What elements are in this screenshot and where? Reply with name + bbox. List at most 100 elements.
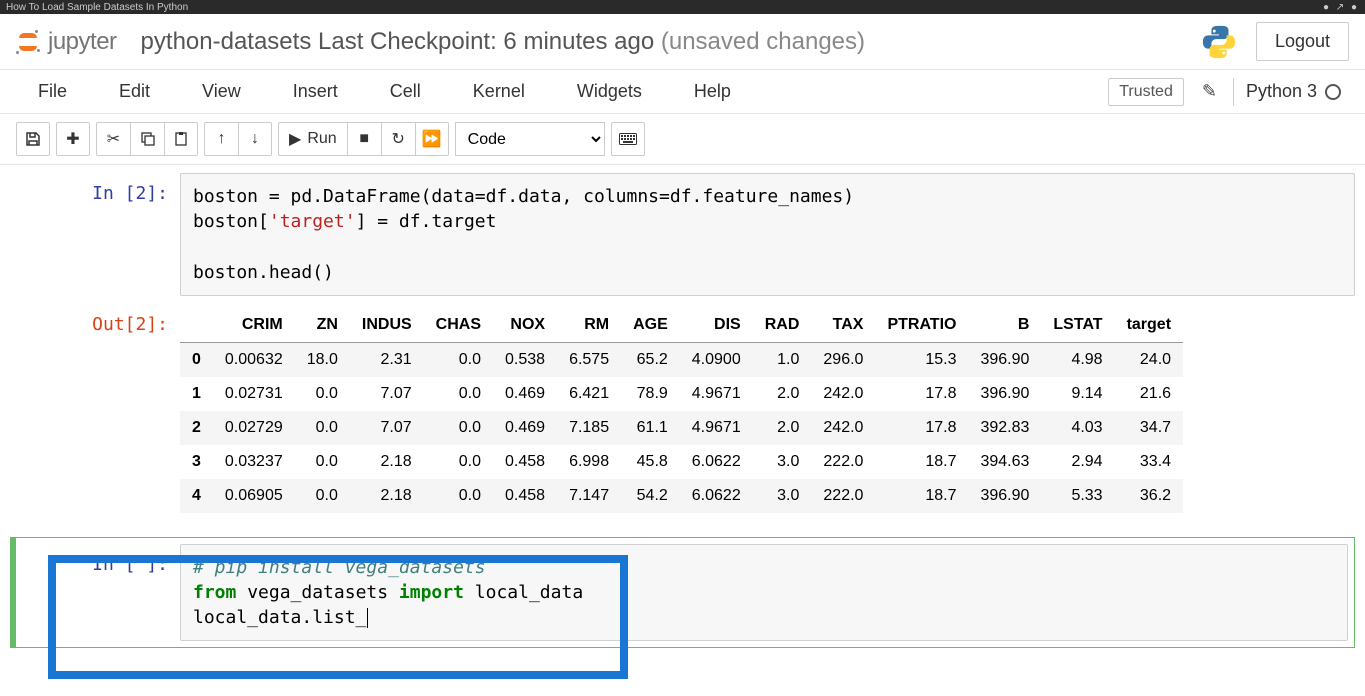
notebook-title[interactable]: python-datasets Last Checkpoint: 6 minut… <box>141 28 865 56</box>
row-index: 2 <box>180 411 213 445</box>
table-cell: 0.0 <box>424 445 493 479</box>
table-row: 30.032370.02.180.00.4586.99845.86.06223.… <box>180 445 1183 479</box>
notebook-container[interactable]: In [2]: boston = pd.DataFrame(data=df.da… <box>0 165 1365 695</box>
table-cell: 0.0 <box>424 377 493 411</box>
table-cell: 45.8 <box>621 445 680 479</box>
trusted-indicator[interactable]: Trusted <box>1108 78 1184 106</box>
table-cell: 396.90 <box>968 342 1041 377</box>
menu-edit[interactable]: Edit <box>105 71 164 112</box>
code-cell[interactable]: In [2]: boston = pd.DataFrame(data=df.da… <box>10 165 1355 304</box>
table-cell: 0.03237 <box>213 445 295 479</box>
table-cell: 17.8 <box>875 377 968 411</box>
table-cell: 3.0 <box>753 445 812 479</box>
menu-file[interactable]: File <box>24 71 81 112</box>
column-header: ZN <box>295 308 350 343</box>
restart-button[interactable]: ↻ <box>381 122 415 156</box>
dataframe-table: CRIMZNINDUSCHASNOXRMAGEDISRADTAXPTRATIOB… <box>180 308 1183 513</box>
column-header: CRIM <box>213 308 295 343</box>
table-cell: 7.185 <box>557 411 621 445</box>
menu-cell[interactable]: Cell <box>376 71 435 112</box>
output-cell: Out[2]: CRIMZNINDUSCHASNOXRMAGEDISRADTAX… <box>10 304 1355 525</box>
table-cell: 4.98 <box>1041 342 1114 377</box>
command-palette-button[interactable] <box>611 122 645 156</box>
table-cell: 5.33 <box>1041 479 1114 513</box>
kernel-name[interactable]: Python 3 <box>1246 81 1317 102</box>
column-header: PTRATIO <box>875 308 968 343</box>
output-prompt: Out[2]: <box>10 304 180 517</box>
cut-button[interactable]: ✂ <box>96 122 130 156</box>
menu-insert[interactable]: Insert <box>279 71 352 112</box>
add-cell-button[interactable]: ✚ <box>56 122 90 156</box>
menu-help[interactable]: Help <box>680 71 745 112</box>
table-cell: 0.0 <box>424 411 493 445</box>
row-index: 4 <box>180 479 213 513</box>
browser-tab-title: How To Load Sample Datasets In Python <box>6 2 188 13</box>
jupyter-logo[interactable]: jupyter <box>16 28 117 56</box>
table-cell: 54.2 <box>621 479 680 513</box>
table-cell: 9.14 <box>1041 377 1114 411</box>
table-cell: 6.421 <box>557 377 621 411</box>
table-cell: 242.0 <box>811 411 875 445</box>
menu-kernel[interactable]: Kernel <box>459 71 539 112</box>
celltype-select[interactable]: Code <box>455 122 605 156</box>
table-cell: 36.2 <box>1115 479 1183 513</box>
keyboard-icon <box>619 133 637 145</box>
table-cell: 222.0 <box>811 445 875 479</box>
table-cell: 396.90 <box>968 377 1041 411</box>
table-cell: 18.7 <box>875 445 968 479</box>
table-cell: 2.31 <box>350 342 424 377</box>
window-controls[interactable]: ● ↗ ● <box>1323 2 1359 13</box>
input-prompt: In [2]: <box>10 173 180 296</box>
copy-button[interactable] <box>130 122 164 156</box>
table-cell: 394.63 <box>968 445 1041 479</box>
paste-icon <box>173 131 189 147</box>
table-cell: 18.7 <box>875 479 968 513</box>
table-cell: 4.03 <box>1041 411 1114 445</box>
table-cell: 0.0 <box>295 445 350 479</box>
code-input[interactable]: # pip install vega_datasets from vega_da… <box>180 544 1348 642</box>
browser-tab-bar: How To Load Sample Datasets In Python ● … <box>0 0 1365 14</box>
menubar: File Edit View Insert Cell Kernel Widget… <box>0 70 1365 114</box>
selected-code-cell[interactable]: In [ ]: # pip install vega_datasets from… <box>10 537 1355 649</box>
column-header: DIS <box>680 308 753 343</box>
row-index: 1 <box>180 377 213 411</box>
menu-widgets[interactable]: Widgets <box>563 71 656 112</box>
python-logo-icon <box>1200 23 1238 61</box>
table-cell: 2.18 <box>350 479 424 513</box>
table-cell: 21.6 <box>1115 377 1183 411</box>
table-cell: 0.02729 <box>213 411 295 445</box>
column-header: RAD <box>753 308 812 343</box>
column-header <box>180 308 213 343</box>
table-cell: 6.998 <box>557 445 621 479</box>
restart-run-all-button[interactable]: ⏩ <box>415 122 449 156</box>
table-cell: 78.9 <box>621 377 680 411</box>
menu-view[interactable]: View <box>188 71 255 112</box>
move-up-button[interactable]: ↑ <box>204 122 238 156</box>
save-button[interactable] <box>16 122 50 156</box>
save-icon <box>25 131 41 147</box>
row-index: 0 <box>180 342 213 377</box>
table-cell: 2.0 <box>753 411 812 445</box>
table-cell: 4.9671 <box>680 377 753 411</box>
table-cell: 24.0 <box>1115 342 1183 377</box>
table-cell: 18.0 <box>295 342 350 377</box>
edit-icon[interactable]: ✎ <box>1202 81 1217 102</box>
code-input[interactable]: boston = pd.DataFrame(data=df.data, colu… <box>180 173 1355 296</box>
interrupt-button[interactable]: ■ <box>347 122 381 156</box>
table-cell: 0.00632 <box>213 342 295 377</box>
move-down-button[interactable]: ↓ <box>238 122 272 156</box>
header: jupyter python-datasets Last Checkpoint:… <box>0 14 1365 70</box>
table-cell: 3.0 <box>753 479 812 513</box>
table-cell: 6.575 <box>557 342 621 377</box>
paste-button[interactable] <box>164 122 198 156</box>
logout-button[interactable]: Logout <box>1256 22 1349 61</box>
copy-icon <box>140 131 156 147</box>
table-cell: 2.18 <box>350 445 424 479</box>
run-button[interactable]: ▶ Run <box>278 122 347 156</box>
table-cell: 7.07 <box>350 411 424 445</box>
table-cell: 0.0 <box>295 411 350 445</box>
column-header: B <box>968 308 1041 343</box>
table-cell: 0.0 <box>424 342 493 377</box>
column-header: CHAS <box>424 308 493 343</box>
table-cell: 0.02731 <box>213 377 295 411</box>
